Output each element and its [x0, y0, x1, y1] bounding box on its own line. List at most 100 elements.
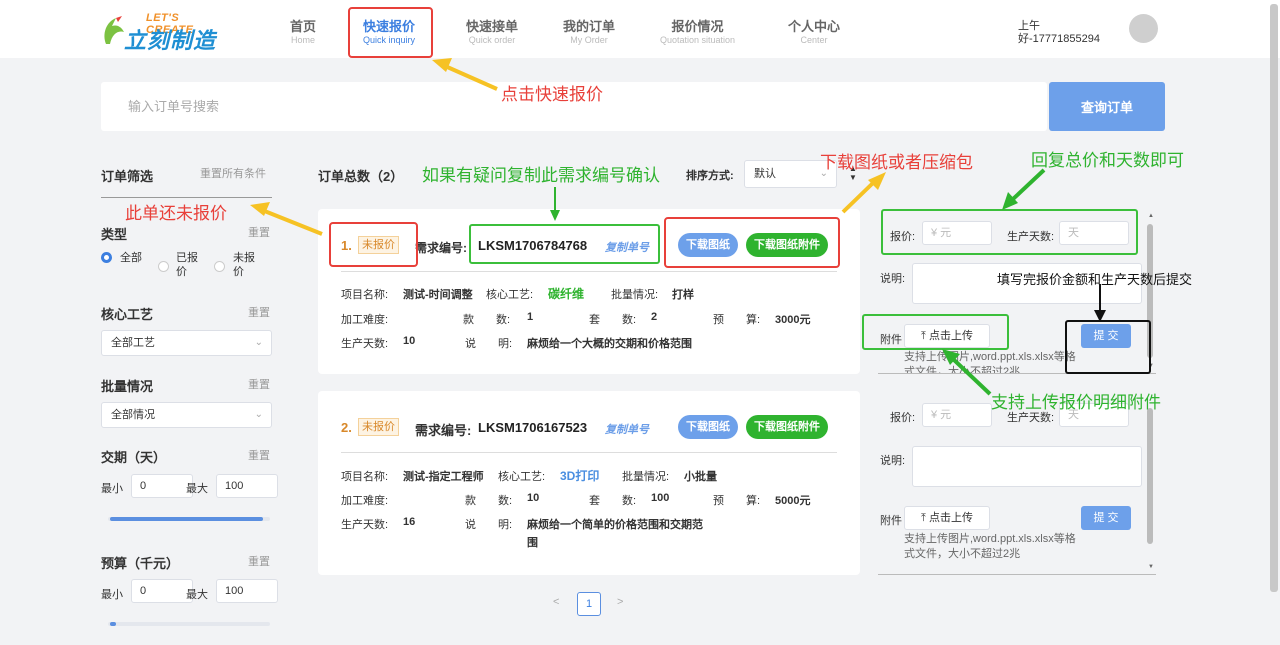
- kinds-label: 款 数:: [465, 495, 513, 507]
- process-reset-button[interactable]: 重置: [248, 304, 270, 320]
- note-not-quoted: 此单还未报价: [125, 204, 227, 223]
- delivery-reset-button[interactable]: 重置: [248, 447, 270, 463]
- sets-value: 100: [651, 492, 670, 504]
- budget-value: 3000元: [775, 314, 811, 326]
- upload-button[interactable]: ⤒ 点击上传: [904, 506, 990, 530]
- attach-label: 附件: [880, 515, 902, 527]
- process-filter-label: 核心工艺: [101, 307, 154, 322]
- budget-filter-label: 预算（千元）: [101, 556, 180, 571]
- nav-quick-order[interactable]: 快速接单 Quick order: [466, 20, 518, 46]
- type-reset-button[interactable]: 重置: [248, 224, 270, 240]
- scroll-up-icon[interactable]: ▲: [1148, 213, 1154, 219]
- upload-hint: 支持上传图片,word.ppt.xls.xlsx等格式文件，大小不超过2兆: [904, 351, 1076, 373]
- user-greeting: 上午好-17771855294: [1018, 20, 1100, 45]
- page-1-button[interactable]: 1: [577, 592, 601, 616]
- page-scrollbar[interactable]: [1270, 4, 1278, 592]
- download-attachment-button[interactable]: 下载图纸附件: [746, 415, 828, 439]
- note-copy-code: 如果有疑问复制此需求编号确认: [422, 166, 660, 185]
- quote-panel-2-scrollbar[interactable]: [1147, 408, 1153, 544]
- desc-label: 说明:: [880, 455, 906, 467]
- nav-my-order[interactable]: 我的订单 My Order: [563, 20, 615, 46]
- upload-hint: 支持上传图片,word.ppt.xls.xlsx等格式文件，大小不超过2兆: [904, 533, 1076, 560]
- batch-select-value: 全部情况: [111, 409, 155, 421]
- delivery-filter-label: 交期（天）: [101, 450, 167, 465]
- req-label: 需求编号:: [415, 423, 472, 438]
- nav-quick-order-label: 快速接单: [466, 19, 519, 34]
- copy-code-link[interactable]: 复制单号: [605, 421, 649, 437]
- kinds-value: 10: [527, 492, 540, 504]
- radio-unquoted[interactable]: [214, 261, 225, 272]
- nav-quotation-situation[interactable]: 报价情况 Quotation situation: [660, 20, 735, 46]
- logo-name: 立刻制造: [124, 28, 217, 53]
- query-order-button[interactable]: 查询订单: [1049, 82, 1165, 131]
- difficulty-label: 加工难度:: [341, 495, 389, 507]
- upload-icon: ⤒: [921, 512, 929, 524]
- project-label: 项目名称:: [341, 471, 389, 483]
- logo[interactable]: LET'S CREATE 立刻制造: [100, 10, 230, 53]
- nav-quick-order-sub: Quick order: [468, 35, 516, 45]
- nav-center[interactable]: 个人中心 Center: [788, 20, 840, 46]
- batch-label: 批量情况:: [611, 289, 659, 301]
- scroll-down-icon[interactable]: ▼: [1148, 564, 1154, 570]
- card-divider: [341, 452, 837, 453]
- nav-home-label: 首页: [290, 19, 317, 34]
- chevron-down-icon: ⌄: [254, 409, 263, 420]
- prev-page-icon[interactable]: <: [553, 596, 559, 608]
- process-select[interactable]: 全部工艺 ⌄: [101, 330, 272, 356]
- radio-quoted[interactable]: [158, 261, 169, 272]
- batch-label: 批量情况:: [622, 471, 670, 483]
- radio-all[interactable]: [101, 252, 112, 263]
- note-fill-submit: 填写完报价金额和生产天数后提交: [997, 272, 1193, 287]
- process-value: 3D打印: [560, 469, 600, 483]
- order-code: LKSM1706167523: [478, 420, 588, 435]
- note-reply: 回复总价和天数即可: [1031, 151, 1184, 170]
- budget-slider-track[interactable]: [108, 622, 270, 626]
- budget-slider-range[interactable]: [110, 622, 116, 626]
- download-drawing-button[interactable]: 下载图纸: [678, 415, 738, 439]
- budget-min-input[interactable]: 0: [131, 579, 193, 603]
- price-label: 报价:: [890, 412, 916, 424]
- budget-reset-button[interactable]: 重置: [248, 553, 270, 569]
- budget-max-label: 最大: [186, 589, 208, 601]
- annotation-box-upload: [862, 314, 1009, 350]
- radio-unquoted-label: 未报价: [233, 252, 255, 278]
- days-label: 生产天数:: [341, 519, 389, 531]
- delivery-max-label: 最大: [186, 483, 208, 495]
- process-value: 碳纤维: [548, 287, 585, 301]
- type-filter-label: 类型: [101, 227, 128, 242]
- sets-label: 套 数:: [589, 314, 637, 326]
- status-badge: 未报价: [358, 418, 399, 436]
- arrow-to-price: [1002, 168, 1046, 210]
- top-header: LET'S CREATE 立刻制造 首页 Home 快速报价 Quick inq…: [0, 0, 1280, 58]
- price-input[interactable]: ¥ 元: [922, 403, 992, 427]
- chevron-down-icon: ⌄: [254, 337, 263, 348]
- delivery-max-input[interactable]: 100: [216, 474, 278, 498]
- orders-total: 订单总数（2）: [318, 169, 404, 184]
- nav-quotation-situation-label: 报价情况: [671, 19, 724, 34]
- nav-home[interactable]: 首页 Home: [290, 20, 316, 46]
- reset-all-button[interactable]: 重置所有条件: [200, 165, 266, 181]
- process-select-value: 全部工艺: [111, 337, 155, 349]
- annotation-box-status: [329, 222, 418, 267]
- desc-value: 麻烦给一个简单的价格范围和交期范围: [527, 519, 703, 549]
- note-download: 下载图纸或者压缩包: [820, 153, 973, 172]
- delivery-min-input[interactable]: 0: [131, 474, 193, 498]
- avatar[interactable]: [1129, 14, 1158, 43]
- days-label: 生产天数:: [341, 338, 389, 350]
- desc-textarea[interactable]: [912, 446, 1142, 487]
- difficulty-label: 加工难度:: [341, 314, 389, 326]
- next-page-icon[interactable]: >: [617, 596, 623, 608]
- delivery-slider-range[interactable]: [110, 517, 263, 521]
- submit-button[interactable]: 提 交: [1081, 506, 1131, 530]
- nav-home-sub: Home: [291, 35, 316, 45]
- upload-label: 点击上传: [928, 512, 973, 524]
- budget-max-input[interactable]: 100: [216, 579, 278, 603]
- days-value: 16: [403, 516, 416, 528]
- annotation-box-nav: [348, 7, 433, 58]
- batch-select[interactable]: 全部情况 ⌄: [101, 402, 272, 428]
- nav-center-sub: Center: [800, 35, 828, 45]
- sort-label: 排序方式:: [686, 170, 734, 182]
- batch-reset-button[interactable]: 重置: [248, 376, 270, 392]
- budget-label: 预 算:: [713, 495, 761, 507]
- sets-value: 2: [651, 311, 658, 323]
